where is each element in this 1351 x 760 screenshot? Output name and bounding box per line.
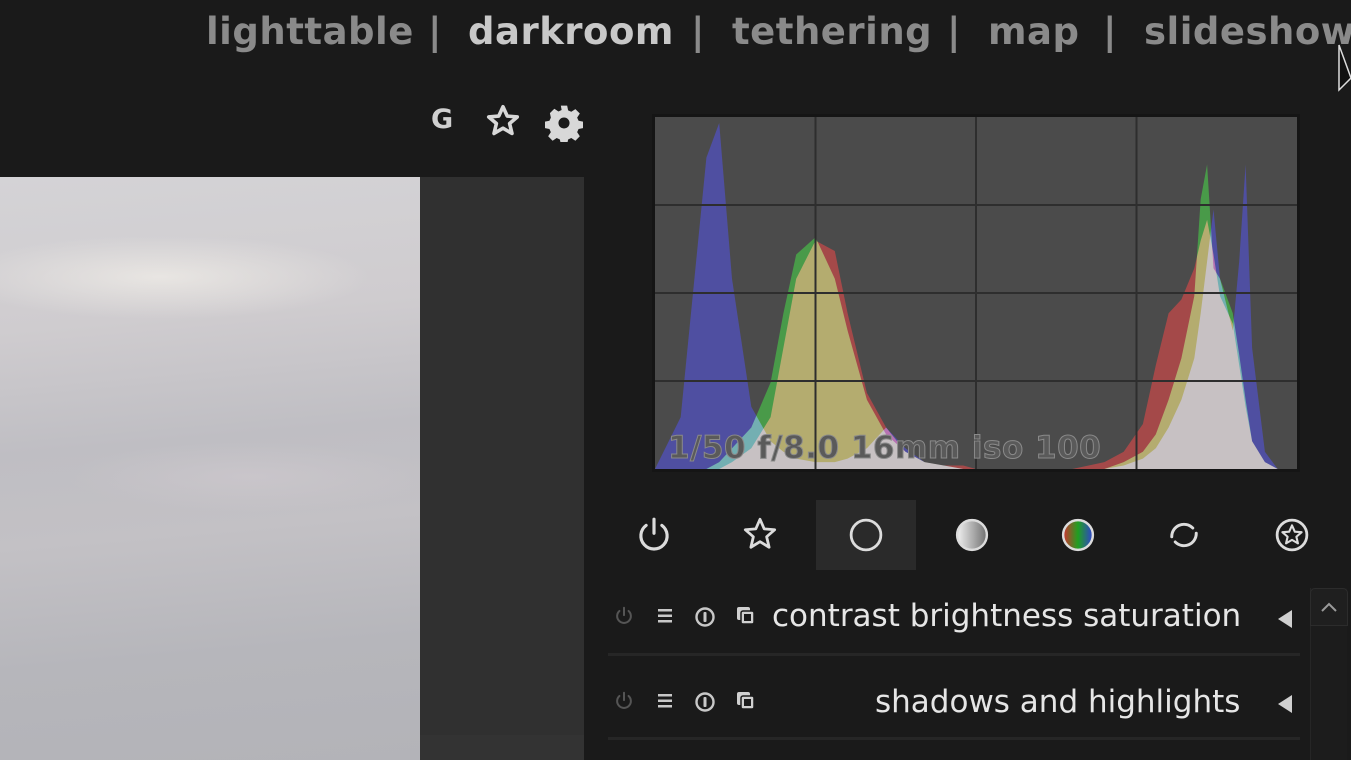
expand-arrow-icon[interactable] bbox=[1278, 695, 1292, 713]
correct-icon bbox=[1170, 522, 1198, 548]
view-separator: | bbox=[691, 10, 705, 53]
group-tab-correct[interactable] bbox=[1134, 500, 1234, 570]
group-tab-favorites[interactable] bbox=[710, 500, 810, 570]
multi-instance-icon[interactable] bbox=[693, 605, 717, 629]
multi-instance-icon[interactable] bbox=[693, 690, 717, 714]
module-separator bbox=[608, 737, 1300, 740]
effect-icon bbox=[1275, 518, 1309, 552]
circle-icon bbox=[849, 518, 883, 552]
module-enable-icon[interactable] bbox=[613, 690, 635, 712]
histogram[interactable] bbox=[655, 117, 1297, 469]
reset-icon[interactable] bbox=[735, 605, 757, 627]
expand-arrow-icon[interactable] bbox=[1278, 610, 1292, 628]
module-separator bbox=[608, 653, 1300, 656]
view-separator: | bbox=[428, 10, 442, 53]
module-enable-icon[interactable] bbox=[613, 605, 635, 627]
reset-icon[interactable] bbox=[735, 690, 757, 712]
image-preview[interactable] bbox=[0, 177, 420, 760]
grouping-icon[interactable]: G bbox=[431, 104, 453, 135]
view-switcher: lighttable | darkroom | tethering | map … bbox=[0, 0, 1351, 70]
view-darkroom[interactable]: darkroom bbox=[468, 10, 674, 53]
module-contrast-brightness-saturation[interactable]: contrast brightness saturation bbox=[605, 585, 1300, 655]
chevron-up-icon bbox=[1321, 602, 1337, 612]
gear-icon[interactable] bbox=[545, 104, 583, 142]
center-bottom-panel bbox=[420, 735, 584, 760]
view-separator: | bbox=[947, 10, 961, 53]
group-tab-basic[interactable] bbox=[816, 500, 916, 570]
group-tab-tone[interactable] bbox=[922, 500, 1022, 570]
image-canvas-background bbox=[420, 177, 584, 760]
module-shadows-and-highlights[interactable]: shadows and highlights bbox=[605, 670, 1300, 740]
group-tab-active-modules[interactable] bbox=[604, 500, 704, 570]
presets-menu-icon[interactable] bbox=[655, 691, 675, 711]
color-icon bbox=[1061, 518, 1095, 552]
group-tab-effect[interactable] bbox=[1242, 500, 1342, 570]
group-tab-color[interactable] bbox=[1028, 500, 1128, 570]
star-icon[interactable] bbox=[484, 103, 522, 139]
mouse-cursor-icon bbox=[1338, 44, 1351, 92]
favorite-star-icon bbox=[743, 517, 777, 549]
presets-menu-icon[interactable] bbox=[655, 606, 675, 626]
view-lighttable[interactable]: lighttable bbox=[206, 10, 414, 53]
view-map[interactable]: map bbox=[988, 10, 1080, 53]
module-name: shadows and highlights bbox=[875, 684, 1241, 720]
power-icon bbox=[639, 517, 669, 551]
module-name: contrast brightness saturation bbox=[772, 598, 1242, 634]
view-slideshow[interactable]: slideshow bbox=[1144, 10, 1351, 53]
tone-gradient-icon bbox=[955, 518, 989, 552]
exif-info: 1/50 f/8.0 16mm iso 100 bbox=[667, 430, 1102, 467]
view-separator: | bbox=[1103, 10, 1117, 53]
view-tethering[interactable]: tethering bbox=[732, 10, 932, 53]
scroll-up-button[interactable] bbox=[1310, 588, 1348, 626]
